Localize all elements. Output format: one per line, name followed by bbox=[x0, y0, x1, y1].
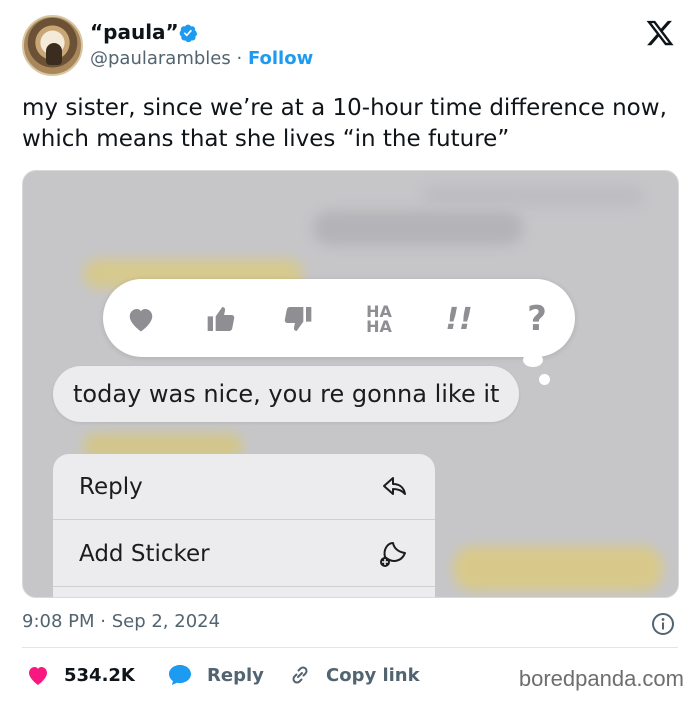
menu-item-reply[interactable]: Reply bbox=[53, 454, 435, 520]
separator: · bbox=[236, 48, 243, 69]
display-name[interactable]: “paula” bbox=[90, 20, 179, 44]
tweet-text: my sister, since we’re at a 10-hour time… bbox=[22, 95, 667, 152]
reply-bubble-icon bbox=[169, 665, 191, 685]
verified-badge-icon bbox=[179, 24, 198, 43]
thought-bubble-dot bbox=[523, 353, 543, 367]
thumbs-down-icon bbox=[284, 307, 312, 331]
menu-item-label: Reply bbox=[79, 473, 143, 500]
reply-arrow-icon bbox=[383, 476, 406, 495]
like-count: 534.2K bbox=[64, 664, 135, 686]
link-icon bbox=[292, 666, 308, 684]
exclamation-reaction[interactable]: !! bbox=[439, 299, 479, 339]
heart-icon bbox=[29, 667, 47, 685]
watermark: boredpanda.com bbox=[518, 666, 684, 691]
tweet-media[interactable]: HA HA !! ? today was nice, you re gonna … bbox=[22, 170, 679, 598]
follow-button[interactable]: Follow bbox=[248, 48, 313, 69]
menu-item-label: Add Sticker bbox=[79, 540, 210, 567]
thumbs-down-reaction[interactable] bbox=[278, 299, 318, 339]
thought-bubble-dot bbox=[539, 374, 550, 385]
message-bubble[interactable]: today was nice, you re gonna like it bbox=[53, 366, 520, 422]
tweet-timestamp[interactable]: 9:08 PM · Sep 2, 2024 bbox=[22, 611, 220, 632]
blurred-background-shape bbox=[453, 546, 663, 591]
divider bbox=[22, 647, 678, 648]
blurred-background-shape bbox=[423, 186, 643, 206]
copy-link-label: Copy link bbox=[326, 664, 420, 686]
thumbs-up-icon bbox=[207, 307, 235, 331]
copy-link-button[interactable]: Copy link bbox=[288, 660, 420, 690]
tapback-bar: HA HA !! ? bbox=[103, 279, 575, 357]
thumbs-up-reaction[interactable] bbox=[201, 299, 241, 339]
handle[interactable]: @paularambles bbox=[90, 48, 231, 69]
add-sticker-icon bbox=[380, 541, 406, 567]
handle-row: @paularambles · Follow bbox=[90, 48, 313, 69]
question-icon: ? bbox=[527, 299, 547, 339]
haha-reaction[interactable]: HA HA bbox=[359, 299, 399, 339]
menu-item-add-sticker[interactable]: Add Sticker bbox=[53, 521, 435, 587]
heart-icon bbox=[129, 309, 153, 332]
question-reaction[interactable]: ? bbox=[517, 299, 557, 339]
reply-label: Reply bbox=[207, 664, 264, 686]
x-logo-icon[interactable] bbox=[644, 18, 676, 48]
haha-icon-bottom: HA bbox=[366, 317, 392, 336]
info-icon[interactable] bbox=[651, 612, 675, 636]
avatar[interactable] bbox=[22, 15, 83, 76]
reply-button[interactable]: Reply bbox=[167, 660, 264, 690]
heart-reaction[interactable] bbox=[121, 299, 161, 339]
blurred-background-shape bbox=[313, 211, 523, 245]
like-button[interactable]: 534.2K bbox=[26, 660, 135, 690]
exclamation-icon: !! bbox=[445, 301, 473, 337]
context-menu: Reply Add Sticker bbox=[53, 454, 435, 597]
tweet-header: “paula” @paularambles · Follow bbox=[0, 0, 700, 90]
